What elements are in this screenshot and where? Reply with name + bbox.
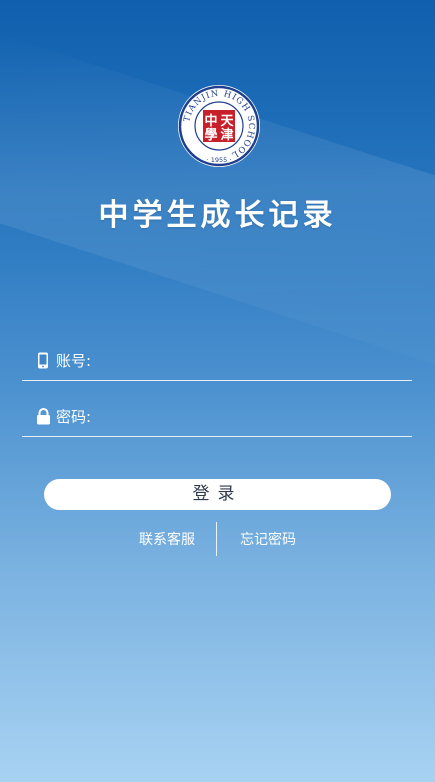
lock-icon bbox=[34, 407, 52, 425]
app-title: 中学生成长记录 bbox=[98, 198, 337, 233]
seal-char-2: 中 bbox=[204, 113, 217, 129]
password-field[interactable]: 密码: bbox=[22, 396, 412, 437]
seal-char-3: 津 bbox=[220, 127, 233, 143]
login-button[interactable]: 登录 bbox=[44, 479, 391, 510]
links-divider bbox=[216, 522, 217, 556]
password-input[interactable] bbox=[91, 400, 412, 432]
account-input[interactable] bbox=[91, 344, 412, 376]
school-logo: TIANJIN HIGH SCHOOL · 1955 · 天 中 津 學 bbox=[177, 84, 261, 168]
seal-char-4: 學 bbox=[204, 127, 217, 143]
seal-char-1: 天 bbox=[220, 114, 234, 129]
logo-year: · 1955 · bbox=[207, 156, 232, 164]
school-seal-icon: TIANJIN HIGH SCHOOL · 1955 · 天 中 津 學 bbox=[178, 85, 260, 167]
password-label: 密码: bbox=[56, 407, 92, 426]
forgot-password-link[interactable]: 忘记密码 bbox=[240, 529, 296, 549]
phone-icon bbox=[34, 351, 52, 369]
account-field[interactable]: 账号: bbox=[22, 340, 412, 381]
contact-support-link[interactable]: 联系客服 bbox=[139, 529, 195, 549]
account-label: 账号: bbox=[56, 351, 92, 370]
footer-links: 联系客服 忘记密码 bbox=[0, 522, 435, 556]
